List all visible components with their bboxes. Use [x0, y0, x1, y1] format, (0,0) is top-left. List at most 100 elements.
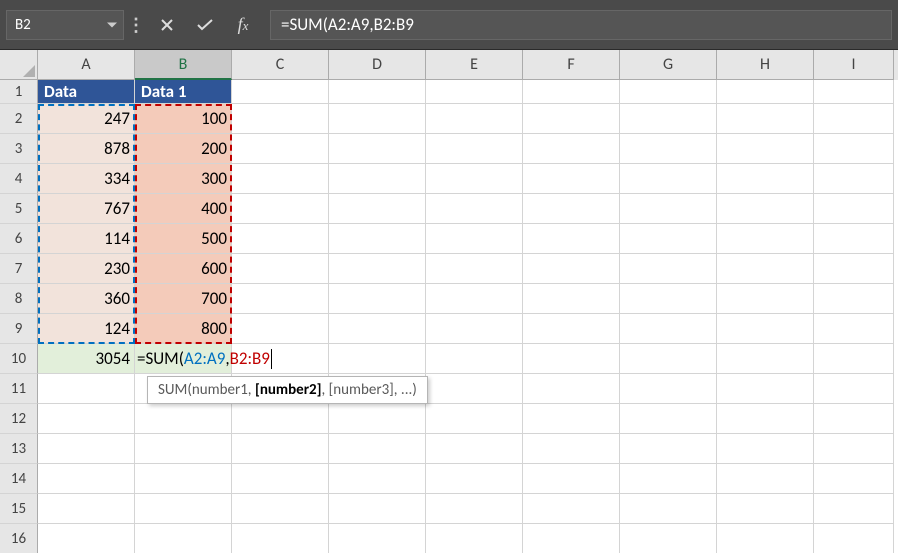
cell-G12[interactable] — [620, 404, 717, 434]
cell-B13[interactable] — [135, 434, 232, 464]
cell-C16[interactable] — [232, 524, 329, 553]
cell-A12[interactable] — [38, 404, 135, 434]
cell-C7[interactable] — [232, 254, 329, 284]
column-header-H[interactable]: H — [717, 50, 814, 80]
cell-F14[interactable] — [523, 464, 620, 494]
cell-H3[interactable] — [717, 134, 814, 164]
cell-D5[interactable] — [329, 194, 426, 224]
cell-F15[interactable] — [523, 494, 620, 524]
cell-D3[interactable] — [329, 134, 426, 164]
cell-I14[interactable] — [814, 464, 894, 494]
name-box[interactable]: B2 — [6, 10, 124, 40]
cell-H15[interactable] — [717, 494, 814, 524]
cell-C8[interactable] — [232, 284, 329, 314]
cell-G1[interactable] — [620, 80, 717, 104]
cell-I13[interactable] — [814, 434, 894, 464]
row-header-5[interactable]: 5 — [0, 194, 38, 224]
cell-C1[interactable] — [232, 80, 329, 104]
cell-A16[interactable] — [38, 524, 135, 553]
cell-B5[interactable]: 400 — [135, 194, 232, 224]
cell-H16[interactable] — [717, 524, 814, 553]
cell-A4[interactable]: 334 — [38, 164, 135, 194]
cell-B4[interactable]: 300 — [135, 164, 232, 194]
cell-F12[interactable] — [523, 404, 620, 434]
cell-A10[interactable]: 3054 — [38, 344, 135, 374]
cell-E10[interactable] — [426, 344, 523, 374]
row-header-1[interactable]: 1 — [0, 80, 38, 104]
cell-F7[interactable] — [523, 254, 620, 284]
cell-H14[interactable] — [717, 464, 814, 494]
cell-A7[interactable]: 230 — [38, 254, 135, 284]
cell-D7[interactable] — [329, 254, 426, 284]
cell-D9[interactable] — [329, 314, 426, 344]
cell-B15[interactable] — [135, 494, 232, 524]
row-header-11[interactable]: 11 — [0, 374, 38, 404]
column-header-D[interactable]: D — [329, 50, 426, 80]
cell-D16[interactable] — [329, 524, 426, 553]
cell-F2[interactable] — [523, 104, 620, 134]
cell-E9[interactable] — [426, 314, 523, 344]
cell-H11[interactable] — [717, 374, 814, 404]
cell-F4[interactable] — [523, 164, 620, 194]
row-header-3[interactable]: 3 — [0, 134, 38, 164]
cell-A15[interactable] — [38, 494, 135, 524]
cell-H8[interactable] — [717, 284, 814, 314]
cell-H7[interactable] — [717, 254, 814, 284]
cell-G9[interactable] — [620, 314, 717, 344]
cancel-formula-button[interactable] — [148, 10, 186, 40]
cell-D4[interactable] — [329, 164, 426, 194]
cell-C9[interactable] — [232, 314, 329, 344]
select-all-corner[interactable] — [0, 50, 38, 80]
cell-G4[interactable] — [620, 164, 717, 194]
cell-G10[interactable] — [620, 344, 717, 374]
cell-D1[interactable] — [329, 80, 426, 104]
cell-C4[interactable] — [232, 164, 329, 194]
row-header-10[interactable]: 10 — [0, 344, 38, 374]
cell-G3[interactable] — [620, 134, 717, 164]
row-header-4[interactable]: 4 — [0, 164, 38, 194]
row-header-8[interactable]: 8 — [0, 284, 38, 314]
column-header-G[interactable]: G — [620, 50, 717, 80]
cell-F9[interactable] — [523, 314, 620, 344]
cell-G13[interactable] — [620, 434, 717, 464]
cell-C13[interactable] — [232, 434, 329, 464]
row-header-12[interactable]: 12 — [0, 404, 38, 434]
cell-A8[interactable]: 360 — [38, 284, 135, 314]
cell-E8[interactable] — [426, 284, 523, 314]
row-header-6[interactable]: 6 — [0, 224, 38, 254]
cell-E16[interactable] — [426, 524, 523, 553]
cell-I12[interactable] — [814, 404, 894, 434]
cell-D8[interactable] — [329, 284, 426, 314]
cell-E4[interactable] — [426, 164, 523, 194]
insert-function-button[interactable]: fx — [224, 10, 262, 40]
cell-H12[interactable] — [717, 404, 814, 434]
cell-F3[interactable] — [523, 134, 620, 164]
cell-E3[interactable] — [426, 134, 523, 164]
cell-C15[interactable] — [232, 494, 329, 524]
cell-E1[interactable] — [426, 80, 523, 104]
cell-E6[interactable] — [426, 224, 523, 254]
function-tooltip[interactable]: SUM(number1, [number2], [number3], ...) — [147, 376, 428, 404]
cell-H1[interactable] — [717, 80, 814, 104]
column-header-B[interactable]: B — [135, 50, 232, 80]
column-header-F[interactable]: F — [523, 50, 620, 80]
cell-G2[interactable] — [620, 104, 717, 134]
confirm-formula-button[interactable] — [186, 10, 224, 40]
cell-F8[interactable] — [523, 284, 620, 314]
row-header-16[interactable]: 16 — [0, 524, 38, 553]
row-header-7[interactable]: 7 — [0, 254, 38, 284]
cell-I7[interactable] — [814, 254, 894, 284]
column-header-C[interactable]: C — [232, 50, 329, 80]
cell-A1[interactable]: Data — [38, 80, 135, 104]
cell-G14[interactable] — [620, 464, 717, 494]
cell-B8[interactable]: 700 — [135, 284, 232, 314]
cell-G11[interactable] — [620, 374, 717, 404]
cell-F13[interactable] — [523, 434, 620, 464]
cell-C6[interactable] — [232, 224, 329, 254]
name-box-dropdown-icon[interactable] — [107, 22, 117, 27]
row-header-2[interactable]: 2 — [0, 104, 38, 134]
cell-F5[interactable] — [523, 194, 620, 224]
cell-F1[interactable] — [523, 80, 620, 104]
row-header-15[interactable]: 15 — [0, 494, 38, 524]
cell-D14[interactable] — [329, 464, 426, 494]
